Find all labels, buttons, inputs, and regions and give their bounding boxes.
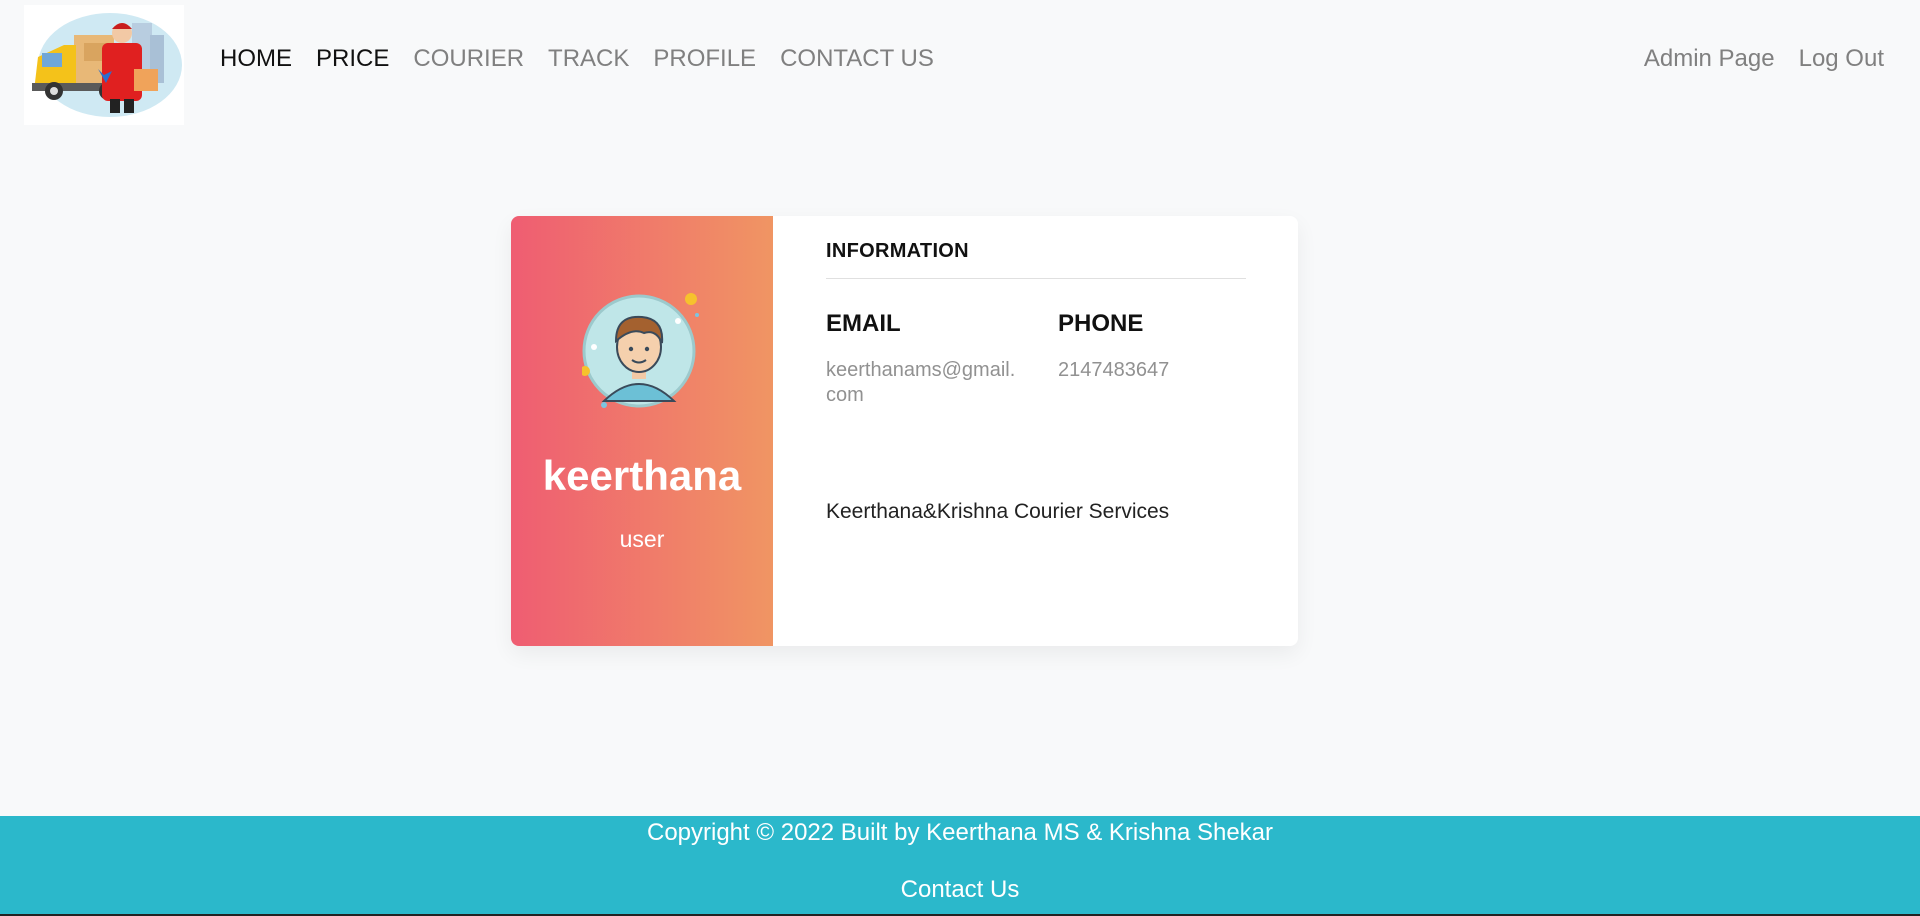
footer-contact-us-link[interactable]: Contact Us bbox=[0, 876, 1920, 904]
nav-track-link[interactable]: TRACK bbox=[536, 42, 641, 76]
profile-role: user bbox=[619, 526, 665, 552]
information-divider bbox=[826, 278, 1246, 279]
information-heading: INFORMATION bbox=[826, 240, 969, 262]
profile-name: keerthana bbox=[542, 452, 742, 499]
admin-page-link[interactable]: Admin Page bbox=[1632, 42, 1787, 76]
avatar bbox=[580, 289, 702, 409]
nav-profile-link[interactable]: PROFILE bbox=[641, 42, 768, 76]
account-nav: Admin Page Log Out bbox=[1632, 42, 1896, 76]
nav-courier-link[interactable]: COURIER bbox=[401, 42, 536, 76]
nav-home-link[interactable]: HOME bbox=[208, 42, 304, 76]
navbar: HOME PRICE COURIER TRACK PROFILE CONTACT… bbox=[0, 0, 1920, 126]
phone-value: 2147483647 bbox=[1058, 359, 1170, 381]
company-name: Keerthana&Krishna Courier Services bbox=[826, 500, 1170, 523]
profile-card: keerthana user INFORMATION EMAIL keertha… bbox=[511, 216, 1298, 646]
email-value: keerthanams@gmail.com bbox=[826, 359, 1016, 406]
main-nav: HOME PRICE COURIER TRACK PROFILE CONTACT… bbox=[208, 42, 946, 76]
nav-price-link[interactable]: PRICE bbox=[304, 42, 401, 76]
profile-summary-panel: keerthana user bbox=[511, 216, 773, 646]
delivery-truck-logo-icon bbox=[32, 13, 182, 117]
phone-label: PHONE bbox=[1058, 310, 1144, 337]
user-avatar-icon bbox=[580, 293, 699, 408]
brand-logo[interactable] bbox=[24, 5, 184, 125]
log-out-link[interactable]: Log Out bbox=[1787, 42, 1896, 76]
email-label: EMAIL bbox=[826, 310, 901, 337]
footer: Copyright © 2022 Built by Keerthana MS &… bbox=[0, 816, 1920, 916]
nav-contact-us-link[interactable]: CONTACT US bbox=[768, 42, 946, 76]
copyright-text: Copyright © 2022 Built by Keerthana MS &… bbox=[646, 819, 1273, 846]
profile-information-panel: INFORMATION EMAIL keerthanams@gmail.com … bbox=[773, 216, 1298, 646]
